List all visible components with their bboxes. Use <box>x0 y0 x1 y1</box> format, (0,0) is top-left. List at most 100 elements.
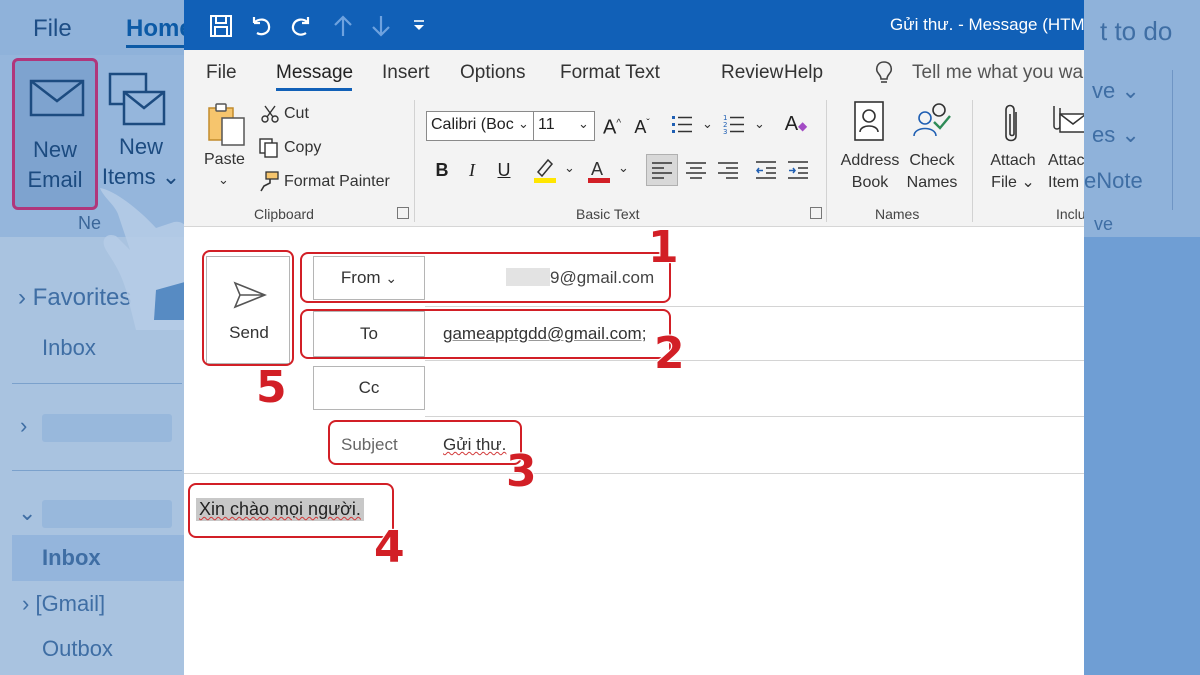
bg-right-es: es ⌄ <box>1092 122 1140 147</box>
highlight-icon[interactable] <box>532 156 558 184</box>
basic-text-group-label: Basic Text <box>576 206 640 222</box>
align-center-icon[interactable] <box>684 158 708 182</box>
tab-options[interactable]: Options <box>460 62 525 84</box>
attach-file-button[interactable]: Attach File ⌄ <box>984 150 1042 194</box>
bg-divider <box>12 383 182 384</box>
format-painter-button[interactable]: Format Painter <box>284 173 390 191</box>
window-title: Gửi thư. - Message (HTM <box>890 15 1084 34</box>
annotation-box-body <box>188 483 394 538</box>
chevron-down-icon[interactable]: ⌄ <box>578 116 589 132</box>
tab-format-text[interactable]: Format Text <box>560 62 660 84</box>
field-divider <box>425 360 1084 361</box>
bg-nav-outbox[interactable]: Outbox <box>42 636 113 662</box>
paste-label[interactable]: Paste <box>204 151 245 169</box>
bg-tab-home[interactable]: Home <box>126 15 193 48</box>
field-divider <box>425 306 1084 307</box>
annotation-number-3: 3 <box>505 445 538 498</box>
address-book-button[interactable]: Address Book <box>840 150 900 194</box>
ribbon: Paste ⌄ Cut Copy Format Painter Clipboar… <box>184 94 1084 227</box>
chevron-down-icon[interactable]: ⌄ <box>564 160 575 176</box>
chevron-down-icon[interactable]: ⌄ <box>618 160 629 176</box>
ribbon-separator <box>972 100 973 222</box>
check-names-icon[interactable] <box>910 100 954 144</box>
align-left-icon[interactable] <box>650 158 674 182</box>
font-color-icon[interactable]: A <box>586 156 612 184</box>
paperclip-icon[interactable] <box>1000 102 1024 146</box>
basic-text-launcher-icon[interactable] <box>810 207 822 219</box>
grow-font-icon[interactable]: A^ <box>598 110 626 139</box>
tab-review[interactable]: Review <box>721 62 783 84</box>
bg-right-ribbon: t to do ve ⌄ es ⌄ eNote ve <box>1084 0 1200 237</box>
tell-me-search[interactable]: Tell me what you wa <box>912 62 1083 84</box>
bg-right-onenote: eNote <box>1084 168 1143 193</box>
align-right-icon[interactable] <box>716 158 740 182</box>
chevron-down-icon[interactable]: ⌄ <box>518 116 529 132</box>
save-icon[interactable] <box>208 13 234 39</box>
clipboard-launcher-icon[interactable] <box>397 207 409 219</box>
shrink-font-icon[interactable]: Aˇ <box>628 110 656 138</box>
tab-file[interactable]: File <box>206 62 237 84</box>
bg-right-body <box>1084 237 1200 675</box>
arrow-down-icon[interactable] <box>368 13 394 39</box>
clear-formatting-icon[interactable]: A◆ <box>782 110 810 138</box>
annotation-number-2: 2 <box>653 327 686 380</box>
paste-dropdown-icon[interactable]: ⌄ <box>218 172 229 188</box>
tab-insert[interactable]: Insert <box>382 62 430 84</box>
bg-nav-inbox-selected[interactable]: Inbox <box>42 545 101 571</box>
attach-item-button[interactable]: Attac Item <box>1048 150 1084 194</box>
annotation-box-to <box>300 309 671 359</box>
title-bar: Gửi thư. - Message (HTM <box>184 0 1084 50</box>
undo-icon[interactable] <box>248 13 274 39</box>
increase-indent-icon[interactable] <box>786 158 810 182</box>
pointing-hand-icon <box>100 188 192 330</box>
decrease-indent-icon[interactable] <box>754 158 778 182</box>
scissors-icon <box>261 105 279 123</box>
lightbulb-icon <box>875 61 893 83</box>
chevron-down-icon[interactable]: ⌄ <box>702 116 713 132</box>
names-group-label: Names <box>875 206 920 222</box>
clipboard-group-label: Clipboard <box>254 206 314 222</box>
underline-button[interactable]: U <box>490 156 518 184</box>
annotation-box-send <box>202 250 294 366</box>
bg-right-ve2: ve <box>1094 214 1114 234</box>
customize-toolbar-icon[interactable] <box>406 13 432 39</box>
bold-button[interactable]: B <box>428 156 456 184</box>
cc-field[interactable] <box>425 416 1084 417</box>
chevron-down-icon[interactable]: ⌄ <box>754 116 765 132</box>
numbering-icon[interactable]: 1 2 3 <box>722 112 752 138</box>
annotation-box-from <box>300 252 671 303</box>
tab-help[interactable]: Help <box>784 62 823 84</box>
annotation-box-subject <box>328 420 522 465</box>
include-group-label: Inclu <box>1056 206 1084 222</box>
check-names-button[interactable]: Check Names <box>902 150 962 194</box>
bg-nav-expand-icon[interactable]: › <box>20 413 27 439</box>
header-body-divider <box>184 473 1084 474</box>
copy-icon <box>259 138 278 158</box>
redo-icon[interactable] <box>288 13 314 39</box>
copy-button[interactable]: Copy <box>284 139 321 157</box>
bg-new-email-button[interactable]: New Email <box>12 58 98 210</box>
bg-right-todo: t to do <box>1100 16 1173 46</box>
ribbon-separator <box>826 100 827 222</box>
bg-new-email-label: New Email <box>27 137 83 192</box>
italic-button[interactable]: I <box>458 156 486 184</box>
cut-button[interactable]: Cut <box>284 105 309 123</box>
bg-nav-inbox[interactable]: Inbox <box>42 335 96 361</box>
bg-blurred-account <box>42 414 172 442</box>
ribbon-separator <box>414 100 415 222</box>
envelope-icon <box>29 79 85 117</box>
active-tab-indicator <box>276 88 352 91</box>
svg-text:3: 3 <box>723 128 727 136</box>
arrow-up-icon[interactable] <box>330 13 356 39</box>
cc-button[interactable]: Cc <box>313 366 425 410</box>
bg-nav-collapse-icon[interactable]: ⌄ <box>18 500 36 526</box>
bg-nav-gmail[interactable]: › [Gmail] <box>22 591 105 617</box>
bullets-icon[interactable] <box>670 112 700 138</box>
paste-icon[interactable] <box>206 102 248 148</box>
address-book-icon[interactable] <box>852 100 888 144</box>
tab-message[interactable]: Message <box>276 62 353 84</box>
bg-tab-file[interactable]: File <box>33 15 72 43</box>
attach-item-icon[interactable] <box>1048 100 1084 144</box>
bg-divider <box>12 470 182 471</box>
message-window: Gửi thư. - Message (HTM File Message Ins… <box>184 0 1084 675</box>
